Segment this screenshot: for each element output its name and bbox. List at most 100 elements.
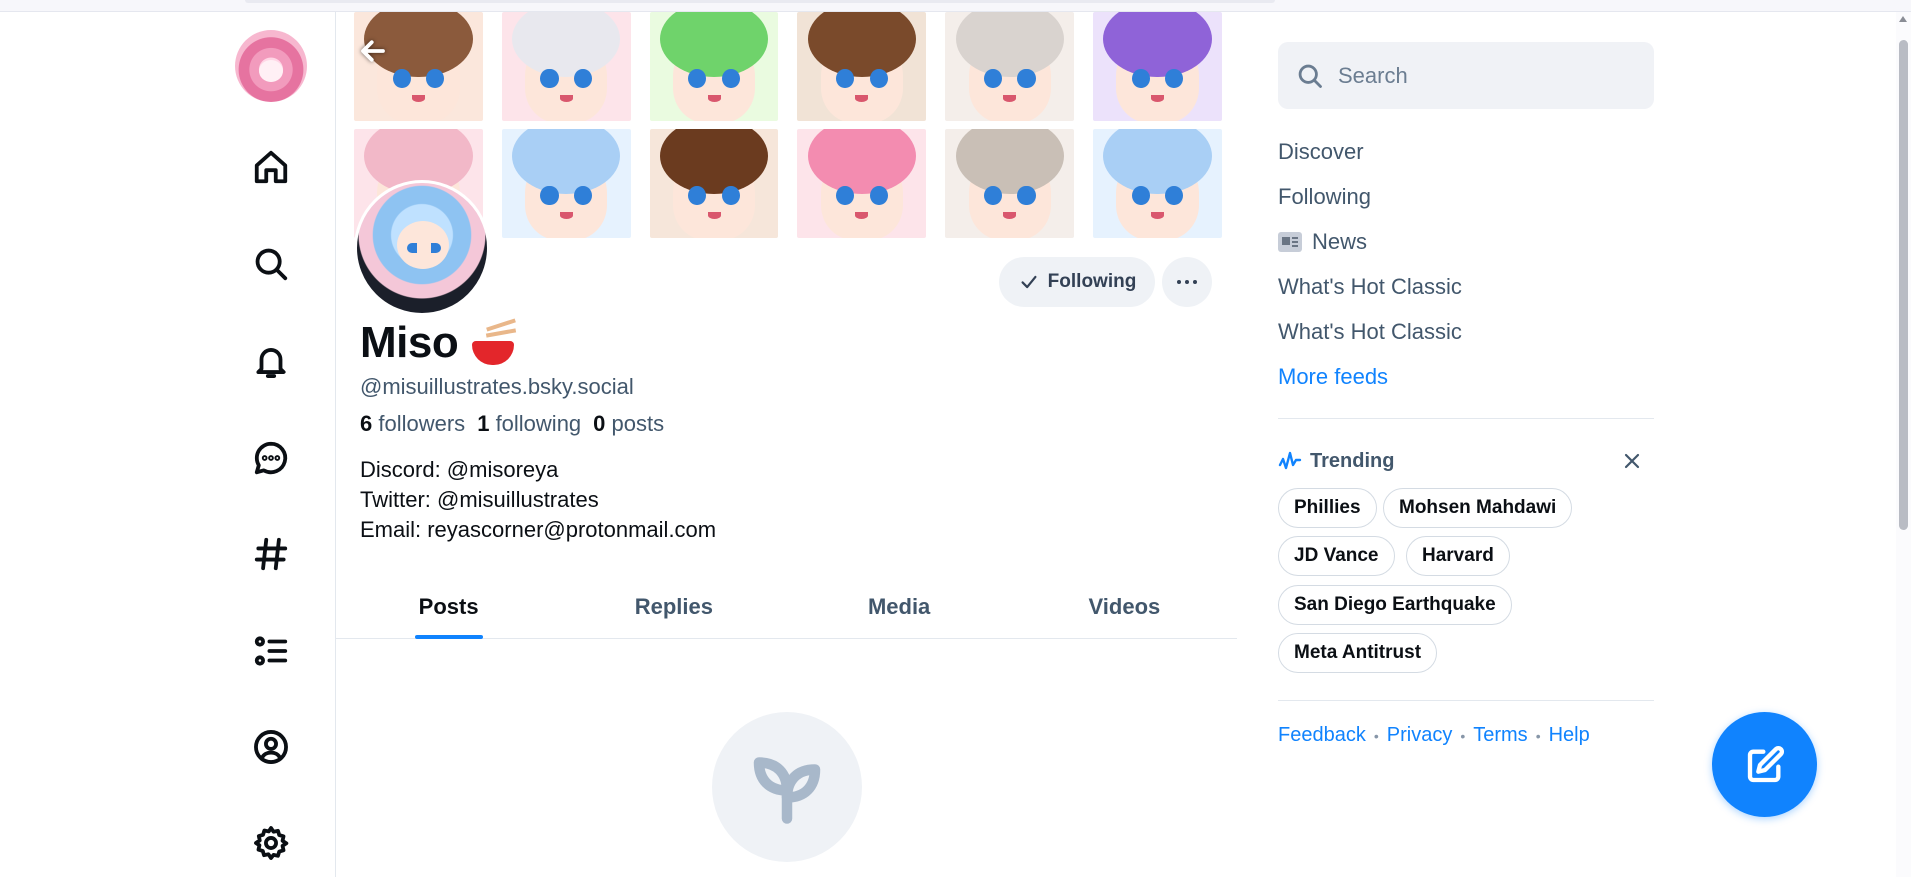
banner-tile (649, 12, 779, 121)
trending-chip[interactable]: Mohsen Mahdawi (1383, 488, 1573, 528)
banner-tile-eye (392, 68, 411, 89)
compose-icon (1747, 745, 1784, 782)
trending-chip[interactable]: Harvard (1406, 536, 1510, 576)
followers-stat[interactable]: 6 followers (360, 411, 465, 437)
home-icon[interactable] (250, 146, 292, 188)
trending-chip[interactable]: Meta Antitrust (1278, 633, 1438, 673)
feed-link-following[interactable]: Following (1278, 184, 1371, 210)
trending-chip[interactable]: Phillies (1278, 488, 1377, 528)
banner-tile-eye (540, 68, 559, 89)
banner-tile-eye (540, 185, 559, 206)
display-name-row: Miso (360, 318, 517, 368)
terms-link[interactable]: Terms (1473, 724, 1527, 747)
banner-tile (797, 12, 927, 121)
tab-videos[interactable]: Videos (1012, 575, 1237, 638)
feed-link-whats-hot-classic-2[interactable]: What's Hot Classic (1278, 319, 1462, 345)
banner-tile-eye (1017, 185, 1036, 206)
more-options-button[interactable] (1162, 257, 1212, 307)
banner-tile-eye (869, 185, 888, 206)
banner-tile-eye (983, 185, 1002, 206)
feed-link-label: News (1312, 229, 1368, 254)
ellipsis-icon (1177, 280, 1181, 284)
profile-bio: Discord: @misoreya Twitter: @misuillustr… (360, 455, 716, 545)
tab-media[interactable]: Media (787, 575, 1012, 638)
posts-label: posts (611, 411, 665, 436)
bio-line: Twitter: @misuillustrates (360, 487, 599, 512)
browser-top-strip (0, 0, 1911, 12)
my-avatar[interactable] (235, 30, 307, 102)
ramen-emoji-icon (472, 318, 517, 365)
separator-dot: • (1535, 727, 1541, 744)
banner-tile (1093, 12, 1222, 121)
search-box[interactable] (1278, 42, 1654, 109)
trending-chip[interactable]: San Diego Earthquake (1278, 585, 1512, 625)
feed-link-news[interactable]: News (1278, 229, 1367, 255)
separator-dot: • (1373, 727, 1379, 744)
settings-icon[interactable] (250, 822, 292, 864)
back-button[interactable] (352, 30, 394, 72)
banner-tile-eye (1131, 185, 1150, 206)
profile-avatar[interactable] (354, 180, 490, 316)
sprout-icon (753, 757, 821, 824)
arrow-left-icon (361, 40, 385, 62)
profile-tabs: Posts Replies Media Videos (336, 575, 1237, 639)
feed-link-discover[interactable]: Discover (1278, 139, 1364, 165)
search-icon[interactable] (250, 243, 292, 285)
banner-tile-eye (983, 68, 1002, 89)
banner-tile (649, 129, 779, 238)
trending-header: Trending (1278, 447, 1654, 475)
feed-link-whats-hot-classic[interactable]: What's Hot Classic (1278, 274, 1462, 300)
profile-banner[interactable] (354, 12, 1222, 238)
bell-icon[interactable] (250, 340, 292, 382)
trending-title: Trending (1310, 449, 1395, 472)
ellipsis-dot (1185, 280, 1189, 284)
search-input[interactable] (1338, 62, 1618, 89)
divider (1278, 700, 1654, 701)
display-name: Miso (360, 318, 459, 367)
ellipsis-dot (1193, 280, 1197, 284)
banner-tile (501, 12, 631, 121)
newspaper-icon (1278, 232, 1302, 252)
banner-tile (945, 12, 1075, 121)
profile-handle: @misuillustrates.bsky.social (360, 374, 634, 399)
banner-tile-eye (573, 185, 593, 206)
lists-icon[interactable] (250, 630, 292, 672)
trending-icon (1278, 451, 1302, 470)
hashtag-icon[interactable] (250, 533, 292, 575)
bio-line: Discord: @misoreya (360, 457, 559, 482)
scroll-up-arrow-icon[interactable] (1899, 16, 1907, 22)
banner-tile-eye (721, 185, 740, 206)
check-icon (1021, 275, 1037, 289)
chat-icon[interactable] (250, 437, 292, 479)
followers-count: 6 (360, 411, 373, 436)
banner-tile-eye (1131, 68, 1150, 89)
banner-tile-eye (869, 68, 888, 89)
bio-line: Email: reyascorner@protonmail.com (360, 517, 717, 542)
tab-posts[interactable]: Posts (336, 575, 561, 639)
privacy-link[interactable]: Privacy (1387, 724, 1453, 747)
feedback-link[interactable]: Feedback (1278, 724, 1366, 747)
more-feeds-link[interactable]: More feeds (1278, 364, 1388, 390)
close-trending-button[interactable] (1620, 449, 1644, 473)
compose-post-button[interactable] (1712, 712, 1817, 817)
separator-dot: • (1460, 727, 1466, 744)
banner-tile (945, 129, 1075, 238)
trending-chip[interactable]: JD Vance (1278, 536, 1395, 576)
profile-stats: 6 followers 1 following 0 posts (360, 411, 664, 437)
following-stat[interactable]: 1 following (477, 411, 581, 437)
following-count: 1 (477, 411, 490, 436)
close-icon (1624, 453, 1640, 469)
following-button[interactable]: Following (999, 257, 1155, 307)
banner-tile-eye (573, 68, 593, 89)
following-label: following (495, 411, 582, 436)
profile-icon[interactable] (250, 726, 292, 768)
footer-links: Feedback • Privacy • Terms • Help (1278, 724, 1590, 747)
tab-replies[interactable]: Replies (561, 575, 786, 638)
page-scrollbar[interactable] (1896, 12, 1911, 877)
posts-stat: 0 posts (593, 411, 664, 437)
banner-tile-eye (1017, 68, 1036, 89)
scrollbar-thumb[interactable] (1899, 40, 1908, 530)
tab-strip-edge (245, 0, 1275, 3)
empty-feed-illustration (712, 712, 862, 862)
help-link[interactable]: Help (1549, 724, 1590, 747)
